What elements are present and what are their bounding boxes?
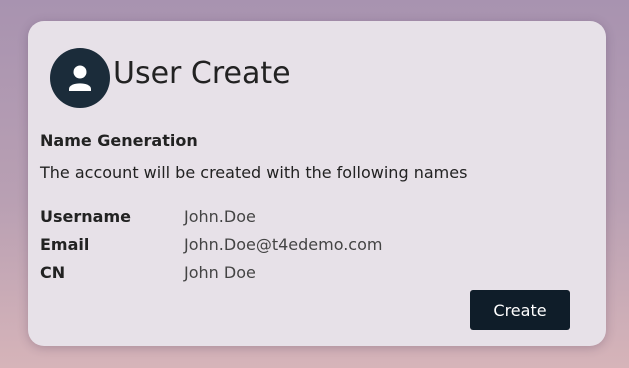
create-button[interactable]: Create: [470, 290, 570, 330]
section-title: Name Generation: [40, 131, 198, 150]
email-value: John.Doe@t4edemo.com: [184, 235, 383, 254]
email-row: Email John.Doe@t4edemo.com: [40, 234, 520, 256]
username-value: John.Doe: [184, 207, 256, 226]
user-create-card: User Create Name Generation The account …: [28, 21, 606, 346]
email-label: Email: [40, 235, 90, 254]
cn-row: CN John Doe: [40, 262, 520, 284]
cn-value: John Doe: [184, 263, 256, 282]
username-label: Username: [40, 207, 131, 226]
page-title: User Create: [113, 56, 291, 91]
section-description: The account will be created with the fol…: [40, 163, 468, 182]
user-avatar: [50, 48, 110, 108]
cn-label: CN: [40, 263, 66, 282]
username-row: Username John.Doe: [40, 206, 520, 228]
user-icon: [69, 65, 91, 91]
